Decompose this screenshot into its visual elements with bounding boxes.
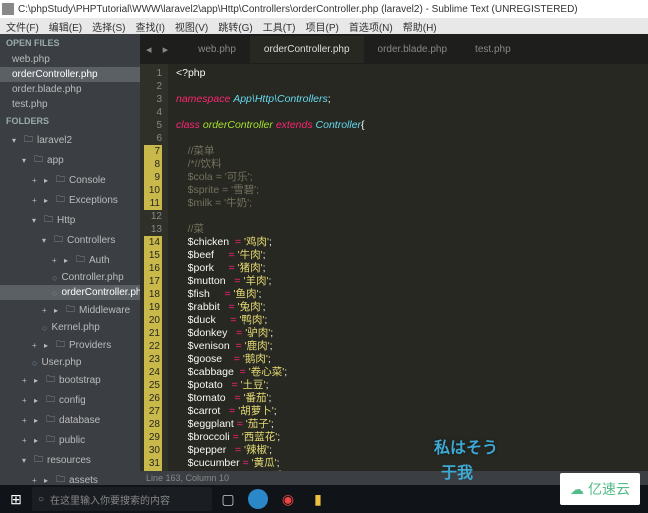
title-bar: C:\phpStudy\PHPTutorial\WWW\laravel2\app… (0, 0, 648, 18)
tree-file[interactable]: ○Controller.php (0, 270, 140, 285)
editor-tab[interactable]: web.php (184, 36, 250, 63)
tree-folder[interactable]: +▸🗀assets (0, 470, 140, 485)
tree-file[interactable]: ○Kernel.php (0, 320, 140, 335)
window-title: C:\phpStudy\PHPTutorial\WWW\laravel2\app… (18, 4, 578, 15)
app-icon (2, 3, 14, 15)
menu-item[interactable]: 首选项(N) (345, 19, 397, 34)
tree-folder[interactable]: ▾🗀resources (0, 450, 140, 470)
code-content[interactable]: <?php namespace App\Http\Controllers; cl… (168, 64, 648, 471)
editor-tab[interactable]: order.blade.php (364, 36, 462, 63)
tree-folder[interactable]: +▸🗀Auth (0, 250, 140, 270)
menu-item[interactable]: 查找(I) (131, 19, 168, 34)
open-file-item[interactable]: orderController.php (0, 67, 140, 82)
file-icon[interactable]: ▮ (304, 485, 332, 513)
task-view-icon[interactable]: ▢ (214, 485, 242, 513)
menu-item[interactable]: 跳转(G) (214, 19, 256, 34)
menu-item[interactable]: 帮助(H) (399, 19, 441, 34)
open-files-header: OPEN FILES (0, 34, 140, 52)
tree-folder[interactable]: ▾🗀laravel2 (0, 130, 140, 150)
menu-item[interactable]: 选择(S) (88, 19, 129, 34)
start-icon[interactable]: ⊞ (2, 485, 30, 513)
line-gutter: 1234567891011121314151617181920212223242… (140, 64, 168, 471)
tree-folder[interactable]: +▸🗀Console (0, 170, 140, 190)
tree-folder[interactable]: +▸🗀Middleware (0, 300, 140, 320)
tree-folder[interactable]: +▸🗀database (0, 410, 140, 430)
search-icon: ○ (38, 494, 44, 505)
code-area[interactable]: 1234567891011121314151617181920212223242… (140, 64, 648, 471)
cloud-icon: ☁ (570, 481, 584, 498)
tree-folder[interactable]: +▸🗀Exceptions (0, 190, 140, 210)
chrome-icon[interactable]: ◉ (274, 485, 302, 513)
editor-pane: ◂ ▸ web.phporderController.phporder.blad… (140, 34, 648, 485)
watermark-text-1: 私はそう (434, 434, 498, 458)
menu-item[interactable]: 文件(F) (2, 19, 43, 34)
menu-item[interactable]: 工具(T) (259, 19, 300, 34)
open-file-item[interactable]: web.php (0, 52, 140, 67)
tab-bar: ◂ ▸ web.phporderController.phporder.blad… (140, 34, 648, 64)
menu-item[interactable]: 编辑(E) (45, 19, 86, 34)
editor-tab[interactable]: test.php (461, 36, 525, 63)
menu-bar[interactable]: 文件(F)编辑(E)选择(S)查找(I)视图(V)跳转(G)工具(T)项目(P)… (0, 18, 648, 34)
search-placeholder: 在这里输入你要搜索的内容 (50, 492, 170, 507)
taskbar-search[interactable]: ○ 在这里输入你要搜索的内容 (32, 487, 212, 511)
tree-folder[interactable]: ▾🗀Controllers (0, 230, 140, 250)
tree-folder[interactable]: +▸🗀config (0, 390, 140, 410)
menu-item[interactable]: 视图(V) (171, 19, 212, 34)
tree-folder[interactable]: +▸🗀Providers (0, 335, 140, 355)
taskbar[interactable]: ⊞ ○ 在这里输入你要搜索的内容 ▢ ◉ ▮ (0, 485, 648, 513)
tree-folder[interactable]: +▸🗀public (0, 430, 140, 450)
cortana-icon[interactable] (248, 489, 268, 509)
open-file-item[interactable]: test.php (0, 97, 140, 112)
menu-item[interactable]: 项目(P) (302, 19, 343, 34)
brand-logo: ☁ 亿速云 (560, 473, 640, 505)
tree-folder[interactable]: +▸🗀bootstrap (0, 370, 140, 390)
folders-header: FOLDERS (0, 112, 140, 130)
watermark-text-2: 于我 (441, 459, 473, 483)
sidebar: OPEN FILES web.phporderController.phpord… (0, 34, 140, 485)
tree-folder[interactable]: ▾🗀Http (0, 210, 140, 230)
tab-nav-arrows[interactable]: ◂ ▸ (146, 43, 172, 56)
tree-file[interactable]: ○User.php (0, 355, 140, 370)
tree-folder[interactable]: ▾🗀app (0, 150, 140, 170)
editor-tab[interactable]: orderController.php (250, 36, 364, 63)
tree-file[interactable]: ○orderController.php (0, 285, 140, 300)
open-file-item[interactable]: order.blade.php (0, 82, 140, 97)
